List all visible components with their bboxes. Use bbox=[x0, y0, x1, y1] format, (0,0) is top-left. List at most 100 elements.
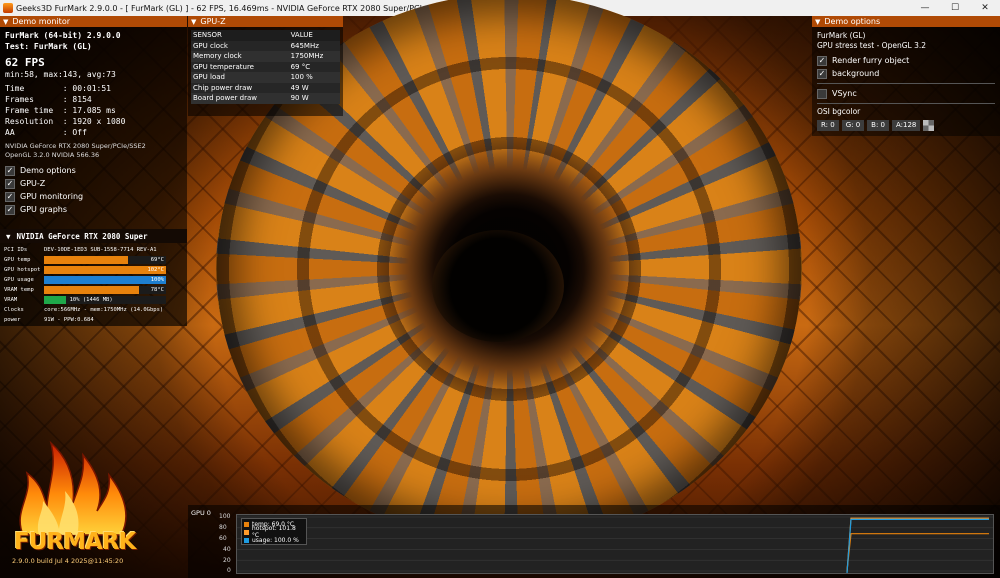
checkmark-icon[interactable]: ✓ bbox=[5, 165, 15, 176]
background-checkbox[interactable]: ✓ background bbox=[812, 67, 1000, 80]
demo-description: GPU stress test - OpenGL 3.2 bbox=[817, 41, 926, 50]
checkmark-icon[interactable]: ✓ bbox=[817, 68, 827, 79]
checkbox-label: GPU-Z bbox=[20, 179, 46, 188]
graph-plot-area: temp: 69.0 °C hotspot: 101.8 °C usage: 1… bbox=[236, 514, 994, 574]
sensor-name: Chip power draw bbox=[191, 82, 289, 93]
gpu-monitoring-checkbox[interactable]: ✓ GPU monitoring bbox=[0, 190, 187, 203]
furmark-logo: FURMARK 2.9.0.0 build Jul 4 2025@11:45:2… bbox=[8, 425, 138, 575]
progress-bar: 100% bbox=[44, 276, 166, 284]
progress-bar: 102°C bbox=[44, 266, 166, 274]
sensor-name: GPU load bbox=[191, 72, 289, 83]
gpu-monitor-panel: ▼ NVIDIA GeForce RTX 2080 Super PCI IDs … bbox=[0, 229, 187, 326]
power-label: power bbox=[4, 317, 21, 323]
progress-bar-value: 102°C bbox=[147, 267, 164, 273]
clocks-label: Clocks bbox=[4, 307, 24, 313]
donut-hole bbox=[432, 230, 564, 342]
sensor-name: GPU clock bbox=[191, 40, 289, 51]
progress-bar-value: 78°C bbox=[150, 287, 164, 293]
close-button[interactable]: ✕ bbox=[970, 0, 1000, 16]
sensor-column-header: SENSOR bbox=[191, 30, 289, 41]
green-field[interactable]: G: 0 bbox=[841, 120, 865, 131]
fps-readout: 62 FPS bbox=[5, 56, 45, 69]
gpuz-checkbox[interactable]: ✓ GPU-Z bbox=[0, 177, 187, 190]
blue-field[interactable]: B: 0 bbox=[867, 120, 889, 131]
sensor-name: GPU temperature bbox=[191, 61, 289, 72]
progress-bar: 78°C bbox=[44, 286, 166, 294]
time-readout: Time : 00:01:51 bbox=[5, 84, 111, 93]
graph-gpu-label: GPU 0 bbox=[191, 509, 211, 517]
checkbox-label: GPU graphs bbox=[20, 205, 68, 214]
clocks-value: core:566MHz - mem:1750MHz (14.0Gbps) bbox=[44, 307, 164, 313]
sensor-value: 69 °C bbox=[288, 61, 340, 72]
sensor-value: 645MHz bbox=[288, 40, 340, 51]
collapse-triangle-icon[interactable]: ▼ bbox=[6, 232, 11, 241]
progress-bar: 69°C bbox=[44, 256, 166, 264]
empty-checkbox-icon[interactable] bbox=[817, 88, 827, 99]
color-swatch-icon[interactable] bbox=[923, 120, 935, 131]
gpu-graph-panel: GPU 0 100 80 60 40 20 0 temp: 69.0 °C ho… bbox=[188, 505, 1000, 578]
frames-readout: Frames : 8154 bbox=[5, 95, 92, 104]
gpu-monitor-header[interactable]: ▼ NVIDIA GeForce RTX 2080 Super bbox=[0, 229, 187, 243]
renderer-string: NVIDIA GeForce RTX 2080 Super/PCIe/SSE2 bbox=[5, 142, 146, 150]
demo-monitor-header[interactable]: ▼ Demo monitor bbox=[0, 16, 187, 27]
checkmark-icon[interactable]: ✓ bbox=[817, 55, 827, 66]
collapse-triangle-icon[interactable]: ▼ bbox=[815, 18, 820, 26]
vsync-checkbox[interactable]: VSync bbox=[812, 87, 1000, 100]
test-name: Test: FurMark (GL) bbox=[5, 42, 92, 51]
table-row: Board power draw 90 W bbox=[191, 93, 340, 104]
pci-label: PCI IDs bbox=[4, 247, 28, 253]
y-tick-label: 40 bbox=[223, 546, 231, 553]
checkmark-icon[interactable]: ✓ bbox=[5, 191, 15, 202]
frame-time-readout: Frame time : 17.085 ms bbox=[5, 106, 116, 115]
power-value: 91W - PPW:0.684 bbox=[44, 317, 94, 323]
minimize-button[interactable]: — bbox=[910, 0, 940, 16]
legend-label: usage: 100.0 % bbox=[252, 536, 299, 544]
osi-bgcolor-fields: R: 0 G: 0 B: 0 A:128 bbox=[812, 120, 1000, 131]
y-tick-label: 0 bbox=[227, 567, 231, 574]
demo-options-checkbox[interactable]: ✓ Demo options bbox=[0, 164, 187, 177]
gpu-stat-row: GPU usage 100% bbox=[0, 275, 187, 285]
sensor-value: 90 W bbox=[288, 93, 340, 104]
gpu-stat-row: VRAM temp 78°C bbox=[0, 285, 187, 295]
checkbox-label: VSync bbox=[832, 89, 857, 98]
collapse-triangle-icon[interactable]: ▼ bbox=[3, 18, 8, 26]
graph-lines bbox=[237, 516, 993, 574]
pci-row: PCI IDs DEV-10DE-1ED3 SUB-1558-7714 REV-… bbox=[0, 245, 187, 255]
maximize-button[interactable]: ☐ bbox=[940, 0, 970, 16]
series-line-0 bbox=[846, 533, 989, 572]
demo-options-header[interactable]: ▼ Demo options bbox=[812, 16, 1000, 27]
alpha-field[interactable]: A:128 bbox=[892, 120, 921, 131]
gpu-graphs-checkbox[interactable]: ✓ GPU graphs bbox=[0, 203, 187, 216]
y-tick-label: 60 bbox=[219, 535, 227, 542]
progress-bar-fill bbox=[44, 256, 129, 264]
table-row: GPU load 100 % bbox=[191, 72, 340, 83]
series-line-2 bbox=[846, 518, 989, 574]
gpu-stat-label: GPU hotspot bbox=[4, 267, 41, 273]
gpuz-header[interactable]: ▼ GPU-Z bbox=[188, 16, 343, 27]
progress-bar-fill bbox=[44, 286, 140, 294]
collapse-triangle-icon[interactable]: ▼ bbox=[191, 18, 196, 26]
furmark-window: Geeks3D FurMark 2.9.0.0 - [ FurMark (GL)… bbox=[0, 0, 1000, 578]
gpu-stat-label: GPU usage bbox=[4, 277, 34, 283]
progress-bar-value: 69°C bbox=[150, 257, 164, 263]
table-row: GPU clock 645MHz bbox=[191, 40, 340, 51]
checkmark-icon[interactable]: ✓ bbox=[5, 178, 15, 189]
y-tick-label: 100 bbox=[219, 513, 231, 520]
progress-bar: 10% (1446 MB) bbox=[44, 296, 166, 304]
opengl-string: OpenGL 3.2.0 NVIDIA 566.36 bbox=[5, 151, 100, 159]
checkmark-icon[interactable]: ✓ bbox=[5, 204, 15, 215]
progress-bar-fill bbox=[44, 276, 166, 284]
furmark-brand-text: FURMARK bbox=[14, 529, 136, 555]
progress-bar-fill bbox=[44, 296, 66, 304]
legend-swatch bbox=[244, 537, 249, 543]
gpu-stat-row: GPU temp 69°C bbox=[0, 255, 187, 265]
app-version: FurMark (64-bit) 2.9.0.0 bbox=[5, 31, 121, 40]
render-furry-checkbox[interactable]: ✓ Render furry object bbox=[812, 54, 1000, 67]
flame-logo-icon bbox=[19, 440, 127, 536]
gpuz-sensor-table: SENSOR VALUE GPU clock 645MHz Memory cloc… bbox=[191, 30, 340, 104]
progress-bar-value: 100% bbox=[150, 277, 164, 283]
table-row: Chip power draw 49 W bbox=[191, 82, 340, 93]
table-row: Memory clock 1750MHz bbox=[191, 51, 340, 62]
sensor-value: 1750MHz bbox=[288, 51, 340, 62]
red-field[interactable]: R: 0 bbox=[817, 120, 839, 131]
